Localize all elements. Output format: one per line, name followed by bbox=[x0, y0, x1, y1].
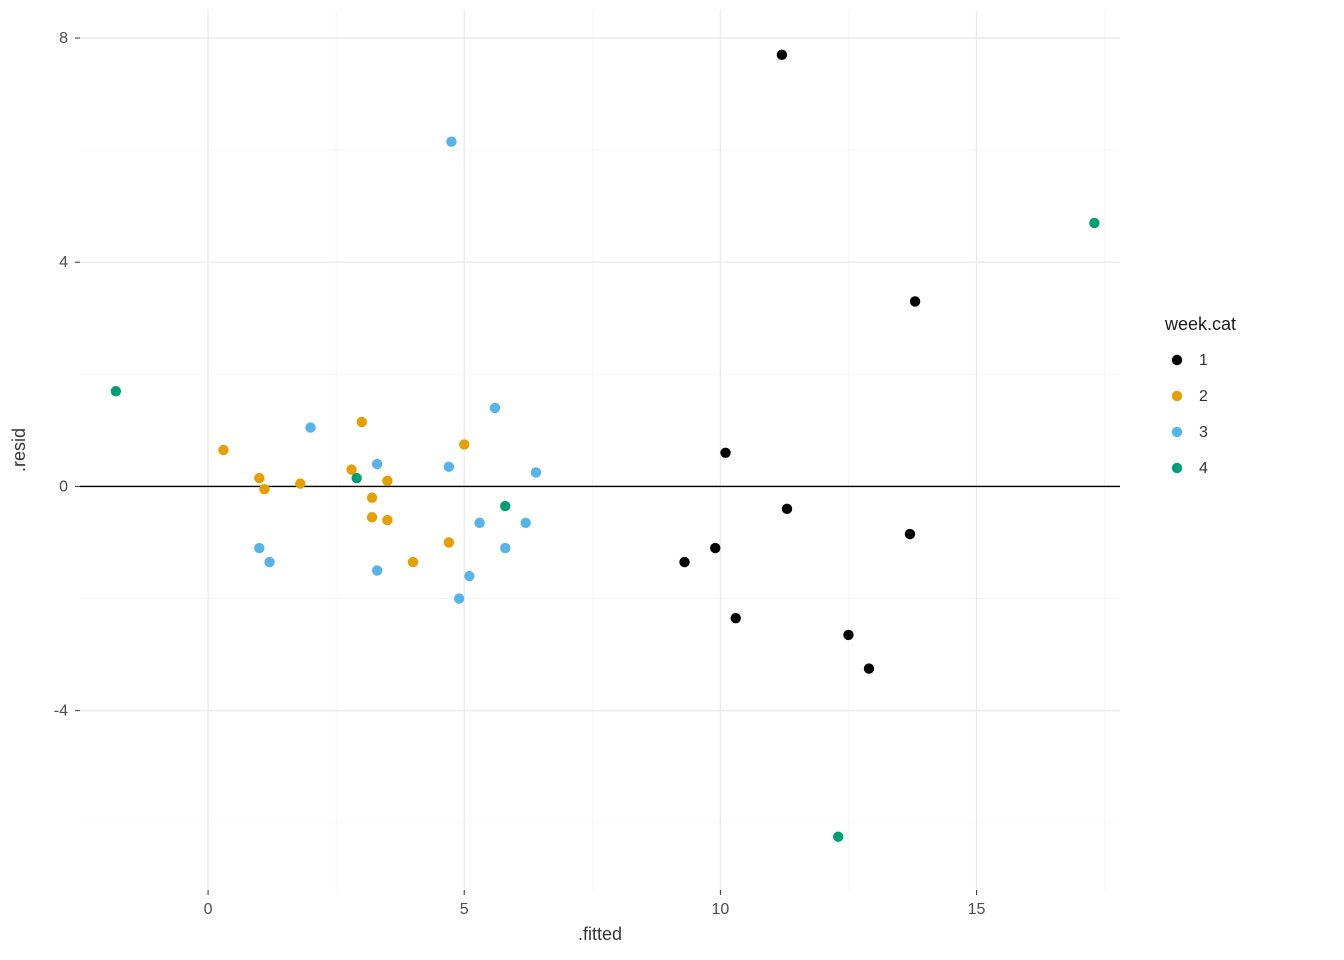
x-tick-label: 10 bbox=[711, 901, 729, 918]
legend-label: 1 bbox=[1199, 352, 1208, 369]
data-point bbox=[382, 476, 392, 486]
data-point bbox=[833, 832, 843, 842]
legend: week.cat 1 2 3 4 bbox=[1164, 314, 1236, 477]
data-point bbox=[305, 422, 315, 432]
legend-item: 2 bbox=[1172, 388, 1208, 405]
data-point bbox=[500, 543, 510, 553]
data-point bbox=[259, 484, 269, 494]
data-point bbox=[295, 478, 305, 488]
data-point bbox=[444, 462, 454, 472]
data-point bbox=[474, 518, 484, 528]
data-point bbox=[372, 565, 382, 575]
data-point bbox=[254, 543, 264, 553]
y-axis-ticks bbox=[75, 38, 80, 711]
data-point bbox=[111, 386, 121, 396]
data-point bbox=[710, 543, 720, 553]
data-point bbox=[357, 417, 367, 427]
legend-swatch-icon bbox=[1172, 391, 1182, 401]
legend-item: 1 bbox=[1172, 352, 1208, 369]
data-point bbox=[459, 439, 469, 449]
data-point bbox=[372, 459, 382, 469]
data-point bbox=[444, 537, 454, 547]
legend-items: 1 2 3 4 bbox=[1172, 352, 1208, 477]
x-axis-ticks bbox=[208, 890, 976, 895]
legend-label: 3 bbox=[1199, 424, 1208, 441]
data-point bbox=[843, 630, 853, 640]
data-point bbox=[464, 571, 474, 581]
data-point bbox=[264, 557, 274, 567]
plot-background bbox=[80, 10, 1120, 890]
x-tick-label: 0 bbox=[204, 901, 213, 918]
data-point bbox=[777, 50, 787, 60]
x-axis-tick-labels: 0 5 10 15 bbox=[204, 901, 986, 918]
data-point bbox=[408, 557, 418, 567]
scatter-plot: 0 5 10 15 -4 0 4 8 .fitted .resid week.cat 1 2 3… bbox=[0, 0, 1344, 960]
data-point bbox=[382, 515, 392, 525]
data-point bbox=[367, 512, 377, 522]
y-tick-label: 0 bbox=[59, 478, 68, 495]
data-point bbox=[351, 473, 361, 483]
data-point bbox=[720, 448, 730, 458]
data-point bbox=[864, 663, 874, 673]
data-point bbox=[531, 467, 541, 477]
x-axis-label: .fitted bbox=[578, 924, 622, 944]
data-point bbox=[218, 445, 228, 455]
data-point bbox=[731, 613, 741, 623]
y-axis-tick-labels: -4 0 4 8 bbox=[54, 30, 68, 720]
data-point bbox=[254, 473, 264, 483]
y-axis-label: .resid bbox=[9, 428, 29, 472]
data-point bbox=[454, 593, 464, 603]
legend-item: 3 bbox=[1172, 424, 1208, 441]
legend-title: week.cat bbox=[1164, 314, 1236, 334]
y-tick-label: -4 bbox=[54, 703, 68, 720]
legend-label: 2 bbox=[1199, 388, 1208, 405]
x-tick-label: 15 bbox=[968, 901, 986, 918]
data-point bbox=[1089, 218, 1099, 228]
chart-container: 0 5 10 15 -4 0 4 8 .fitted .resid week.cat 1 2 3… bbox=[0, 0, 1344, 960]
y-tick-label: 8 bbox=[59, 30, 68, 47]
legend-label: 4 bbox=[1199, 460, 1208, 477]
data-point bbox=[782, 504, 792, 514]
data-point bbox=[367, 492, 377, 502]
legend-item: 4 bbox=[1172, 460, 1208, 477]
data-point bbox=[500, 501, 510, 511]
y-tick-label: 4 bbox=[59, 254, 68, 271]
legend-swatch-icon bbox=[1172, 463, 1182, 473]
data-point bbox=[679, 557, 689, 567]
data-point bbox=[905, 529, 915, 539]
legend-swatch-icon bbox=[1172, 355, 1182, 365]
data-point bbox=[490, 403, 500, 413]
data-point bbox=[910, 296, 920, 306]
data-point bbox=[446, 137, 456, 147]
x-tick-label: 5 bbox=[460, 901, 469, 918]
data-point bbox=[521, 518, 531, 528]
legend-swatch-icon bbox=[1172, 427, 1182, 437]
